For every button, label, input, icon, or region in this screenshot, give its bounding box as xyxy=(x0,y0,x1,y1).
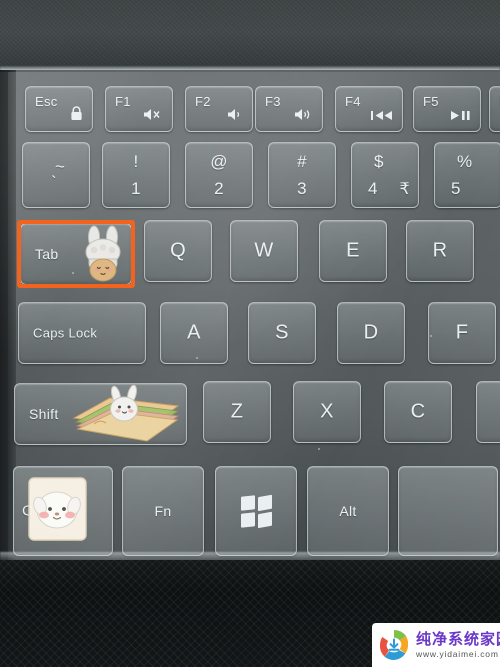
key-5[interactable]: % 5 xyxy=(434,142,500,208)
key-s-label: S xyxy=(275,321,289,344)
watermark-text: 纯净系统家园 www.yidaimei.com xyxy=(416,632,500,659)
key-fn-label: Fn xyxy=(154,503,172,519)
key-spacebar[interactable] xyxy=(398,466,498,556)
key-f5[interactable]: F5 xyxy=(413,86,481,132)
key-r-label: R xyxy=(432,239,448,262)
key-caps-lock[interactable]: Caps Lock xyxy=(18,302,146,364)
key-v[interactable]: V xyxy=(476,381,500,443)
bunny-sandwich-sticker xyxy=(70,384,184,444)
key-3[interactable]: # 3 xyxy=(268,142,336,208)
key-alt[interactable]: Alt xyxy=(307,466,389,556)
key-e-label: E xyxy=(346,239,360,262)
windows-logo-icon xyxy=(241,494,271,528)
key-a-label: A xyxy=(187,321,201,344)
key-3-lower: 3 xyxy=(297,179,307,198)
puppy-face-sticker xyxy=(28,477,87,541)
key-a[interactable]: A xyxy=(160,302,228,364)
key-f[interactable]: F xyxy=(428,302,496,364)
key-backtick[interactable]: ~ ` xyxy=(22,142,90,208)
tab-key-highlight-box xyxy=(17,220,135,288)
key-d[interactable]: D xyxy=(337,302,405,364)
watermark: 纯净系统家园 www.yidaimei.com xyxy=(372,623,500,667)
laptop-screen-bezel-background xyxy=(0,0,500,72)
key-w[interactable]: W xyxy=(230,220,298,282)
key-esc-label: Esc xyxy=(35,94,58,109)
previous-track-icon xyxy=(371,110,393,124)
key-1-lower: 1 xyxy=(131,179,141,198)
key-r[interactable]: R xyxy=(406,220,474,282)
key-q-label: Q xyxy=(170,239,186,262)
mute-icon xyxy=(143,108,163,124)
key-caps-lock-label: Caps Lock xyxy=(33,325,98,341)
key-e[interactable]: E xyxy=(319,220,387,282)
key-4-upper: $ xyxy=(374,152,384,171)
key-f-label: F xyxy=(455,321,469,344)
key-3-upper: # xyxy=(297,152,307,171)
key-f5-label: F5 xyxy=(423,94,439,109)
key-1-upper: ! xyxy=(133,152,139,171)
key-esc[interactable]: Esc xyxy=(25,86,93,132)
key-5-lower: 5 xyxy=(451,179,461,198)
play-pause-icon xyxy=(451,110,471,124)
key-c[interactable]: C xyxy=(384,381,452,443)
key-f3[interactable]: F3 xyxy=(255,86,323,132)
key-w-label: W xyxy=(254,239,274,262)
key-x[interactable]: X xyxy=(293,381,361,443)
watermark-url: www.yidaimei.com xyxy=(416,648,499,659)
key-fn[interactable]: Fn xyxy=(122,466,204,556)
volume-down-icon xyxy=(227,108,243,124)
key-2-upper: @ xyxy=(210,152,228,171)
key-d-label: D xyxy=(363,321,379,344)
key-f4[interactable]: F4 xyxy=(335,86,403,132)
key-f1-label: F1 xyxy=(115,94,131,109)
key-f2-label: F2 xyxy=(195,94,211,109)
key-x-label: X xyxy=(320,400,334,423)
volume-up-icon xyxy=(294,108,313,124)
lock-icon xyxy=(70,106,83,124)
key-f6[interactable]: F6 xyxy=(489,86,500,132)
key-2-lower: 2 xyxy=(214,179,224,198)
key-2[interactable]: @ 2 xyxy=(185,142,253,208)
key-5-upper: % xyxy=(457,152,473,171)
key-c-label: C xyxy=(410,400,426,423)
key-shift-label: Shift xyxy=(29,406,59,422)
key-f2[interactable]: F2 xyxy=(185,86,253,132)
rupee-symbol: ₹ xyxy=(399,181,410,198)
key-z-label: Z xyxy=(230,400,244,423)
key-s[interactable]: S xyxy=(248,302,316,364)
key-alt-label: Alt xyxy=(339,503,357,519)
photo-scene: Esc F1 F2 F3 F4 F5 F6 xyxy=(0,0,500,667)
key-z[interactable]: Z xyxy=(203,381,271,443)
key-4[interactable]: $ 4 ₹ xyxy=(351,142,419,208)
key-f4-label: F4 xyxy=(345,94,361,109)
key-f3-label: F3 xyxy=(265,94,281,109)
key-backtick-lower: ` xyxy=(51,173,57,192)
watermark-brand: 纯净系统家园 xyxy=(416,630,500,648)
key-1[interactable]: ! 1 xyxy=(102,142,170,208)
key-windows[interactable] xyxy=(215,466,297,556)
key-4-lower: 4 xyxy=(368,179,378,198)
download-circle-logo-icon xyxy=(377,628,411,662)
key-f1[interactable]: F1 xyxy=(105,86,173,132)
key-q[interactable]: Q xyxy=(144,220,212,282)
